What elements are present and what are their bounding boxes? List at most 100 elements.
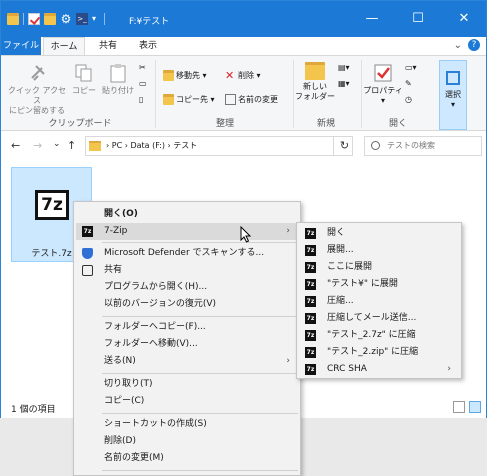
menu-item-rename[interactable]: 名前の変更(M) [76,450,298,467]
minimize-button[interactable]: — [349,1,395,37]
address-path: › PC › Data (F:) › テスト [106,141,198,150]
open-group-label: 開く [388,119,407,129]
chevron-right-icon: › [286,226,290,236]
large-icons-view-icon[interactable] [469,401,481,413]
menu-item-label: 削除(D) [104,436,136,446]
tab-view[interactable]: 表示 [131,37,165,55]
submenu-item-extract-here[interactable]: 7z ここに展開 [299,259,459,276]
address-path-field[interactable]: › PC › Data (F:) › テスト [85,136,353,156]
up-button[interactable]: ↑ [67,139,76,152]
history-icon[interactable]: ◷ [405,94,412,105]
copy-icon [73,62,95,84]
submenu-item-label: 圧縮... [327,296,354,306]
menu-item-share[interactable]: 共有 [76,262,298,279]
7zip-icon: 7z [305,364,316,375]
edit-icon[interactable]: ✎ [405,78,412,89]
submenu-item-compress-zip[interactable]: 7z "テスト_2.zip" に圧縮 [299,344,459,361]
copy-to-button[interactable]: コピー先 ▾ [163,94,215,105]
properties-label: プロパティ ▾ [363,86,403,105]
submenu-item-label: 展開... [327,245,354,255]
chevron-right-icon: › [286,356,290,366]
back-button[interactable]: ← [11,139,20,152]
tab-file[interactable]: ファイル [1,37,41,55]
delete-button[interactable]: ✕ 削除 ▾ [225,70,261,81]
new-item-icon[interactable]: ▤▾ [338,62,350,73]
paste-button[interactable]: 貼り付け [101,62,135,96]
menu-separator [102,413,298,414]
menu-item-copy[interactable]: コピー(C) [76,393,298,410]
submenu-item-compress[interactable]: 7z 圧縮... [299,293,459,310]
rename-label: 名前の変更 [238,95,278,104]
7zip-icon: 7z [305,330,316,341]
7zip-icon: 7z [305,228,316,239]
open-icon[interactable]: ▭▾ [405,62,417,73]
recent-locations-button[interactable]: ⌄ [53,139,61,149]
7z-archive-icon: 7z [35,190,69,220]
submenu-item-label: "テスト_2.7z" に圧縮 [327,330,416,340]
move-to-label: 移動先 ▾ [176,71,207,80]
close-button[interactable]: ✕ [441,1,487,37]
menu-item-send-to[interactable]: 送る(N) › [76,353,298,370]
menu-item-open-with[interactable]: プログラムから開く(H)... [76,279,298,296]
menu-item-label: 開く(O) [104,209,138,219]
item-count: 1 個の項目 [11,405,56,415]
submenu-item-crc-sha[interactable]: 7z CRC SHA › [299,361,459,378]
easy-access-icon[interactable]: ▦▾ [338,78,350,89]
new-group-label: 新規 [316,119,335,129]
submenu-item-label: 圧縮してメール送信... [327,313,417,323]
submenu-item-compress-email[interactable]: 7z 圧縮してメール送信... [299,310,459,327]
new-folder-label: 新しい フォルダー [295,82,335,101]
menu-item-cut[interactable]: 切り取り(T) [76,376,298,393]
menu-item-7zip[interactable]: 7z 7-Zip › [76,223,298,240]
properties-button[interactable]: プロパティ ▾ [363,62,403,106]
new-folder-icon [305,62,325,80]
properties-icon [372,62,394,84]
folder-icon [7,13,19,25]
paste-shortcut-icon[interactable]: ▯ [139,94,143,105]
menu-item-defender-scan[interactable]: Microsoft Defender でスキャンする... [76,245,298,262]
tab-share[interactable]: 共有 [91,37,125,55]
paste-label: 貼り付け [102,86,134,95]
select-button[interactable]: 選択 ▾ [439,60,467,130]
ribbon-tabs: ファイル ホーム 共有 表示 ⌄ ? [1,37,486,55]
maximize-button[interactable]: ☐ [395,1,441,37]
help-icon[interactable]: ? [468,39,480,51]
quick-access-toolbar: ⚙ >_ ▾ [7,13,105,25]
organize-group-label: 整理 [215,119,234,129]
search-input[interactable]: テストの検索 [364,136,482,156]
submenu-item-extract-to-folder[interactable]: 7z "テスト¥" に展開 [299,276,459,293]
toolbar-separator [23,13,24,25]
window-title: F:¥テスト [129,17,170,27]
pin-quick-access-button[interactable]: クイック アクセス にピン留めする [5,62,69,116]
copy-path-icon[interactable]: ▭ [139,78,147,89]
cut-icon[interactable]: ✂ [139,62,146,73]
copy-button[interactable]: コピー [71,62,97,96]
menu-item-open[interactable]: 開く(O) [76,206,298,223]
chevron-down-icon[interactable]: ⌄ [454,40,462,51]
submenu-item-compress-7z[interactable]: 7z "テスト_2.7z" に圧縮 [299,327,459,344]
new-folder-button[interactable]: 新しい フォルダー [295,62,335,102]
refresh-button[interactable]: ↻ [333,136,355,156]
chevron-right-icon: › [447,364,451,374]
menu-item-delete[interactable]: 削除(D) [76,433,298,450]
gear-icon[interactable]: ⚙ [60,13,72,25]
move-to-button[interactable]: 移動先 ▾ [163,70,207,81]
properties-check-icon[interactable] [28,13,40,25]
submenu-item-label: "テスト_2.zip" に圧縮 [327,347,419,357]
chevron-down-icon[interactable]: ▾ [92,13,100,25]
tab-home[interactable]: ホーム [43,37,85,55]
menu-item-copy-to-folder[interactable]: フォルダーへコピー(F)... [76,319,298,336]
menu-item-move-to-folder[interactable]: フォルダーへ移動(V)... [76,336,298,353]
rename-button[interactable]: 名前の変更 [225,94,278,105]
new-folder-icon[interactable] [44,13,56,25]
powershell-icon[interactable]: >_ [76,13,88,25]
forward-button[interactable]: → [33,139,42,152]
7zip-icon: 7z [305,313,316,324]
submenu-item-extract[interactable]: 7z 展開... [299,242,459,259]
menu-item-label: 以前のバージョンの復元(V) [104,299,216,309]
submenu-item-open[interactable]: 7z 開く [299,225,459,242]
menu-item-restore-versions[interactable]: 以前のバージョンの復元(V) [76,296,298,313]
menu-item-create-shortcut[interactable]: ショートカットの作成(S) [76,416,298,433]
details-view-icon[interactable] [453,401,465,413]
pin-label: クイック アクセス にピン留めする [7,86,67,115]
